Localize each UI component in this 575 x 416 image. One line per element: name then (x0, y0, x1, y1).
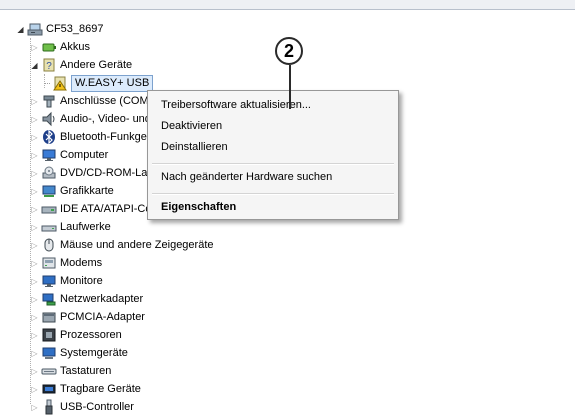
collapsed-arrow-icon[interactable]: ▷ (30, 344, 39, 362)
disk-drive-icon (41, 219, 57, 235)
monitor-icon (41, 273, 57, 289)
tree-item-label: Systemgeräte (60, 347, 128, 359)
network-adapter-icon (41, 291, 57, 307)
tree-item-laufwerke[interactable]: ▷ Laufwerke (30, 218, 111, 236)
unknown-device-icon: ? (41, 57, 57, 73)
mouse-icon (41, 237, 57, 253)
collapsed-arrow-icon[interactable]: ▷ (30, 164, 39, 182)
context-menu-gutter (148, 91, 152, 219)
expanded-arrow-icon[interactable]: ◢ (16, 20, 25, 38)
pcmcia-icon (41, 309, 57, 325)
collapsed-arrow-icon[interactable]: ▷ (30, 200, 39, 218)
collapsed-arrow-icon[interactable]: ▷ (30, 218, 39, 236)
tree-item-label: Modems (60, 257, 103, 269)
menu-item-scan-hardware[interactable]: Nach geänderter Hardware suchen (161, 167, 332, 187)
tree-item-label: Grafikkarte (60, 185, 114, 197)
context-menu: Treibersoftware aktualisieren... Deaktiv… (147, 90, 399, 220)
collapsed-arrow-icon[interactable]: ▷ (30, 146, 39, 164)
computer-icon (27, 21, 43, 37)
portable-device-icon (41, 381, 57, 397)
collapsed-arrow-icon[interactable]: ▷ (30, 110, 39, 128)
menu-separator (152, 163, 394, 165)
collapsed-arrow-icon[interactable]: ▷ (30, 128, 39, 146)
tree-item-usb[interactable]: ▷ USB-Controller (30, 398, 134, 416)
tree-item-tastaturen[interactable]: ▷ Tastaturen (30, 362, 111, 380)
display-adapter-icon (41, 183, 57, 199)
modem-icon (41, 255, 57, 271)
tree-item-modems[interactable]: ▷ Modems (30, 254, 102, 272)
system-device-icon (41, 345, 57, 361)
tree-connector (44, 82, 50, 84)
processor-icon (41, 327, 57, 343)
collapsed-arrow-icon[interactable]: ▷ (30, 272, 39, 290)
tree-root-label: CF53_8697 (46, 23, 104, 35)
tree-item-label: Monitore (60, 275, 103, 287)
tree-root[interactable]: ◢ CF53_8697 (16, 20, 104, 38)
tree-item-systemgeraete[interactable]: ▷ Systemgeräte (30, 344, 128, 362)
callout-pointer-line (289, 65, 291, 109)
dvd-drive-icon (41, 165, 57, 181)
callout-number-badge: 2 (275, 37, 303, 65)
usb-icon (41, 399, 57, 415)
collapsed-arrow-icon[interactable]: ▷ (30, 254, 39, 272)
tree-item-pcmcia[interactable]: ▷ PCMCIA-Adapter (30, 308, 145, 326)
tree-item-bluetooth[interactable]: ▷ Bluetooth-Funkgeräte (30, 128, 166, 146)
speaker-icon (41, 111, 57, 127)
tree-item-label: USB-Controller (60, 401, 134, 413)
collapsed-arrow-icon[interactable]: ▷ (30, 362, 39, 380)
collapsed-arrow-icon[interactable]: ▷ (30, 182, 39, 200)
tree-item-akkus[interactable]: ▷ Akkus (30, 38, 90, 56)
ide-controller-icon (41, 201, 57, 217)
collapsed-arrow-icon[interactable]: ▷ (30, 236, 39, 254)
menu-item-disable[interactable]: Deaktivieren (161, 116, 222, 136)
collapsed-arrow-icon[interactable]: ▷ (30, 92, 39, 110)
tree-item-label: W.EASY+ USB (71, 74, 154, 92)
tree-item-label: Mäuse und andere Zeigegeräte (60, 239, 214, 251)
warning-device-icon (52, 75, 68, 91)
tree-item-tragbare[interactable]: ▷ Tragbare Geräte (30, 380, 141, 398)
collapsed-arrow-icon[interactable]: ▷ (30, 308, 39, 326)
monitor-icon (41, 147, 57, 163)
tree-item-maeuse[interactable]: ▷ Mäuse und andere Zeigegeräte (30, 236, 214, 254)
tree-item-label: Andere Geräte (60, 59, 133, 71)
expanded-arrow-icon[interactable]: ◢ (30, 56, 39, 74)
menu-item-properties[interactable]: Eigenschaften (161, 197, 236, 217)
keyboard-icon (41, 363, 57, 379)
tree-item-label: Tragbare Geräte (60, 383, 141, 395)
tree-item-label: Laufwerke (60, 221, 111, 233)
battery-icon (41, 39, 57, 55)
collapsed-arrow-icon[interactable]: ▷ (30, 380, 39, 398)
tree-item-computer[interactable]: ▷ Computer (30, 146, 108, 164)
tree-item-andere-geraete[interactable]: ◢ ? Andere Geräte (30, 56, 132, 74)
collapsed-arrow-icon[interactable]: ▷ (30, 398, 39, 416)
tree-item-label: Netzwerkadapter (60, 293, 144, 305)
tree-item-label: Prozessoren (60, 329, 122, 341)
tree-item-prozessoren[interactable]: ▷ Prozessoren (30, 326, 122, 344)
menu-item-uninstall[interactable]: Deinstallieren (161, 137, 228, 157)
menu-separator (152, 193, 394, 195)
tree-item-label: Akkus (60, 41, 90, 53)
tree-item-weasy-usb[interactable]: W.EASY+ USB (44, 74, 154, 92)
tree-item-label: PCMCIA-Adapter (60, 311, 145, 323)
collapsed-arrow-icon[interactable]: ▷ (30, 38, 39, 56)
tree-item-monitore[interactable]: ▷ Monitore (30, 272, 103, 290)
tree-item-label: Tastaturen (60, 365, 112, 377)
tree-item-grafikkarte[interactable]: ▷ Grafikkarte (30, 182, 114, 200)
tree-item-label: Computer (60, 149, 109, 161)
tree-item-netzwerkadapter[interactable]: ▷ Netzwerkadapter (30, 290, 143, 308)
collapsed-arrow-icon[interactable]: ▷ (30, 290, 39, 308)
bluetooth-icon (41, 129, 57, 145)
collapsed-arrow-icon[interactable]: ▷ (30, 326, 39, 344)
port-icon (41, 93, 57, 109)
svg-text:?: ? (46, 61, 52, 72)
